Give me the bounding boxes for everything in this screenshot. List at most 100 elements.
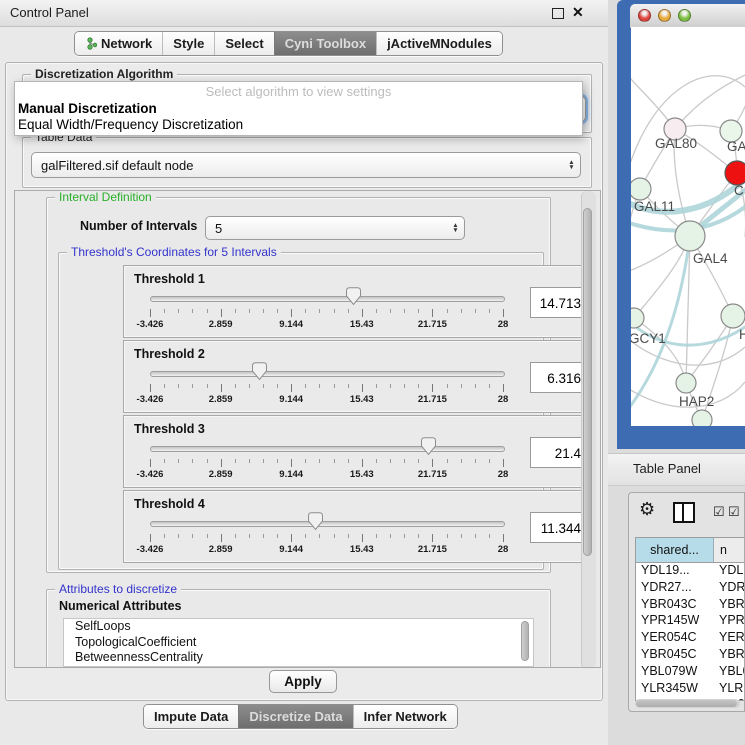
table-data-combobox[interactable]: galFiltered.sif default node ▲▼: [31, 152, 581, 178]
slider-tick: [475, 384, 476, 388]
table-hscrollbar-track[interactable]: [635, 699, 740, 708]
table-row[interactable]: YPR145WYPR1: [636, 613, 745, 630]
threshold-value-input[interactable]: 21.4: [530, 437, 587, 468]
table-row[interactable]: YDL19...YDL1: [636, 563, 745, 580]
mac-zoom-button[interactable]: [678, 9, 691, 22]
svg-text:GAL80: GAL80: [655, 136, 697, 151]
svg-text:GCY1: GCY1: [631, 331, 666, 346]
tab-select[interactable]: Select: [214, 32, 273, 55]
dropdown-item-manual-discretization[interactable]: Manual Discretization: [15, 101, 582, 117]
table-row[interactable]: YBL079WYBL0: [636, 664, 745, 681]
interval-definition-group: Interval Definition Number of Intervals …: [46, 197, 551, 573]
slider-tick: [305, 309, 306, 313]
slider-tick: [249, 384, 250, 388]
network-window-titlebar[interactable]: [630, 4, 745, 28]
number-of-intervals-value: 5: [206, 221, 447, 236]
threshold-coordinates-group-title: Threshold's Coordinates for 5 Intervals: [67, 245, 281, 260]
slider-tick: [503, 534, 504, 542]
checkbox-icon[interactable]: ☑: [713, 504, 725, 520]
threshold-value-input[interactable]: 14.713: [530, 287, 587, 318]
slider-tick: [418, 534, 419, 538]
tab-network[interactable]: Network: [75, 32, 162, 55]
slider-thumb[interactable]: [252, 362, 267, 381]
network-canvas[interactable]: GAL80GACGAL11GAL4GCY1HHAP2: [631, 27, 745, 426]
slider-tick: [221, 534, 222, 542]
slider-tick: [192, 534, 193, 538]
slider-tick: [178, 309, 179, 313]
combo-arrows-icon: ▲▼: [563, 160, 580, 171]
checkbox-icon[interactable]: ☑: [728, 504, 740, 520]
slider-thumb[interactable]: [346, 287, 361, 306]
settings-scrollpane: Interval Definition Number of Intervals …: [14, 190, 601, 668]
slider-tick: [503, 384, 504, 392]
slider-tick-label: 2.859: [209, 394, 233, 405]
tab-infer-network[interactable]: Infer Network: [353, 705, 457, 728]
cell-name: YER0: [713, 630, 745, 647]
slider-tick: [277, 384, 278, 388]
slider-tick: [418, 384, 419, 388]
cell-name: YLR3: [713, 681, 745, 698]
mac-minimize-button[interactable]: [658, 9, 671, 22]
slider-tick: [192, 384, 193, 388]
column-header-name[interactable]: n: [714, 538, 745, 562]
threshold-panel: Threshold 1-3.4262.8599.14415.4321.71528…: [123, 265, 593, 338]
tab-style[interactable]: Style: [162, 32, 214, 55]
tab-impute-data[interactable]: Impute Data: [144, 705, 238, 728]
svg-text:C: C: [734, 183, 744, 198]
svg-text:H: H: [739, 327, 745, 342]
table-row[interactable]: YDR27...YDR2: [636, 580, 745, 597]
float-window-icon[interactable]: [552, 8, 564, 19]
slider-tick: [221, 384, 222, 392]
number-of-intervals-combobox[interactable]: 5 ▲▼: [205, 216, 465, 240]
cell-name: YBR0: [713, 597, 745, 614]
table-row[interactable]: YBR043CYBR0: [636, 597, 745, 614]
slider-track[interactable]: [150, 371, 505, 377]
table-hscrollbar-thumb[interactable]: [636, 700, 737, 707]
numerical-attribute-item[interactable]: BetweennessCentrality: [64, 650, 533, 666]
apply-button[interactable]: Apply: [269, 670, 337, 693]
slider-tick: [291, 459, 292, 467]
slider-tick: [461, 534, 462, 538]
cell-shared-name: YBR043C: [636, 597, 713, 614]
slider-tick: [404, 459, 405, 463]
dropdown-item-equal-width-frequency[interactable]: Equal Width/Frequency Discretization: [15, 117, 582, 133]
slider-tick: [447, 459, 448, 463]
table-row[interactable]: YLR345WYLR3: [636, 681, 745, 698]
slider-tick-label: 15.43: [350, 319, 374, 330]
tab-infer-network-label: Infer Network: [364, 705, 447, 728]
gear-icon[interactable]: ⚙: [639, 499, 655, 520]
tab-cyni-toolbox[interactable]: Cyni Toolbox: [274, 32, 376, 55]
slider-tick: [362, 534, 363, 542]
slider-thumb[interactable]: [421, 437, 436, 456]
threshold-value-input[interactable]: 11.344: [530, 512, 587, 543]
slider-tick: [305, 459, 306, 463]
table-row[interactable]: YBR045CYBR0: [636, 647, 745, 664]
slider-tick: [150, 309, 151, 317]
slider-track[interactable]: [150, 446, 505, 452]
table-row[interactable]: YER054CYER0: [636, 630, 745, 647]
slider-tick-label: -3.426: [137, 319, 164, 330]
tab-jactivemnodules[interactable]: jActiveMNodules: [376, 32, 502, 55]
slider-track[interactable]: [150, 521, 505, 527]
threshold-value-input[interactable]: 6.316: [530, 362, 587, 393]
slider-track[interactable]: [150, 296, 505, 302]
slider-tick: [291, 384, 292, 392]
attributes-list-scrollbar-thumb[interactable]: [521, 621, 529, 661]
slider-tick: [207, 384, 208, 388]
slider-tick: [461, 309, 462, 313]
numerical-attribute-item[interactable]: TopologicalCoefficient: [64, 635, 533, 651]
settings-scrollbar-thumb[interactable]: [583, 208, 592, 556]
column-header-shared-name[interactable]: shared...: [636, 538, 714, 562]
split-columns-icon[interactable]: [673, 502, 695, 523]
tab-discretize-data[interactable]: Discretize Data: [238, 705, 352, 728]
network-graph[interactable]: GAL80GACGAL11GAL4GCY1HHAP2: [631, 27, 745, 426]
close-panel-icon[interactable]: ✕: [572, 4, 584, 21]
slider-thumb[interactable]: [308, 512, 323, 531]
slider-tick: [150, 384, 151, 392]
mac-close-button[interactable]: [638, 9, 651, 22]
number-of-intervals-label: Number of Intervals: [80, 219, 197, 233]
threshold-label: Threshold 1: [134, 272, 205, 286]
numerical-attribute-item[interactable]: SelfLoops: [64, 619, 533, 635]
network-view-window[interactable]: GAL80GACGAL11GAL4GCY1HHAP2: [617, 0, 745, 449]
table-header-row: shared... n: [636, 538, 745, 563]
